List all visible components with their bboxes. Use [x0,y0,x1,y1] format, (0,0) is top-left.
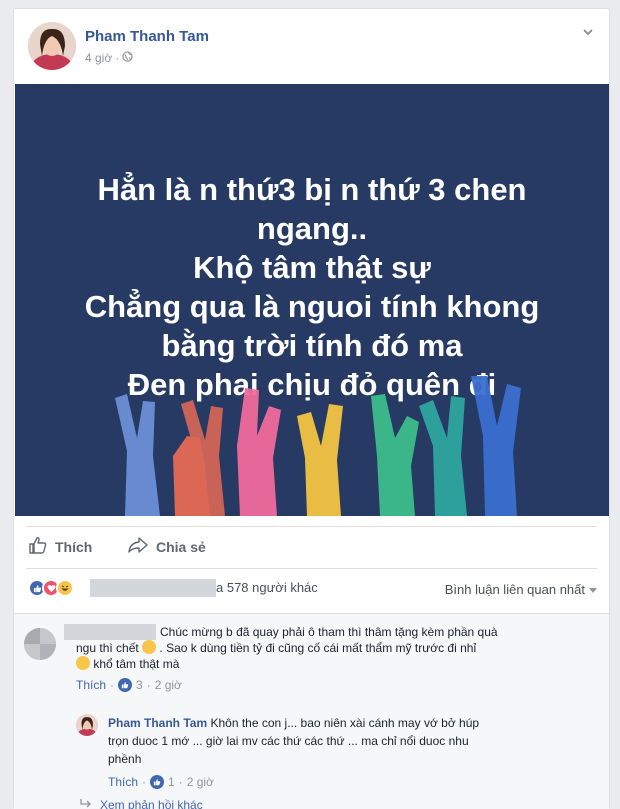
reply-author-avatar[interactable] [76,714,98,736]
caret-down-icon [589,582,597,597]
commenter-avatar[interactable] [24,628,56,660]
blurred-names [90,579,216,597]
reply-line: trọn duoc 1 mớ ... giờ lai mv các thứ cá… [108,734,469,748]
comment-time[interactable]: 2 giờ [155,678,182,692]
banner-text: Hẳn là n thứ3 bị n thứ 3 chen ngang.. Kh… [15,170,609,404]
banner-line: bằng trời tính đó ma [161,328,463,363]
comment-line: khổ tâm thật mà [93,657,180,671]
post-time[interactable]: 4 giờ [85,51,112,65]
reply-text: trọn duoc 1 mớ ... giờ lai mv các thứ cá… [108,733,469,749]
haha-reaction-icon [56,579,74,597]
post-meta: 4 giờ · [85,51,133,65]
comment-line: . Sao k dùng tiền tỷ đi cũng cố cái mất … [159,641,477,655]
sort-label: Bình luận liên quan nhất [444,582,585,597]
post-card: Pham Thanh Tam 4 giờ · Hẳn là n thứ3 bị … [13,8,610,809]
meta-separator: · [146,678,151,692]
post-header: Pham Thanh Tam 4 giờ · [14,9,609,81]
banner-line: Khộ tâm thật sự [193,250,431,285]
reply-line: Khôn the con j... bao niên xài cánh may … [210,716,480,730]
reaction-icons[interactable] [28,579,74,597]
post-options-chevron-icon[interactable] [581,25,595,39]
meta-separator: · [110,678,115,692]
reply-author-name[interactable]: Pham Thanh Tam [108,716,207,730]
comment-meta: Thích · 3 · 2 giờ [76,678,182,692]
comment-text: ngu thì chết . Sao k dùng tiền tỷ đi cũn… [76,640,476,656]
banner-line: Chẳng qua là nguoi tính khong [84,289,540,324]
reactions-bar: a 578 người khác Bình luận liên quan nhấ… [26,579,597,603]
blurred-commenter-name [64,624,156,640]
reply-time[interactable]: 2 giờ [187,775,214,789]
reply-text: phềnh [108,751,141,767]
author-avatar[interactable] [28,22,76,70]
banner-line: ngang.. [256,211,368,246]
share-arrow-icon [127,535,149,558]
meta-separator: · [142,775,147,789]
meta-separator: · [178,775,183,789]
comments-section: Chúc mừng b đã quay phải ô tham thì thâm… [14,613,609,809]
like-button[interactable]: Thích [28,535,92,558]
reply-meta: Thích · 1 · 2 giờ [108,775,214,789]
status-banner: Hẳn là n thứ3 bị n thứ 3 chen ngang.. Kh… [15,84,609,516]
comment-line: ngu thì chết [76,641,139,655]
more-replies-label: Xem phản hồi khác [100,798,203,809]
thumbs-up-icon [28,535,48,558]
globe-icon[interactable] [122,51,133,65]
share-label: Chia sẻ [156,538,206,555]
comment-text: khổ tâm thật mà [76,656,179,672]
comment-line: Chúc mừng b đã quay phải ô tham thì thâm… [160,625,498,639]
like-count-icon [150,775,165,789]
meta-separator: · [115,51,120,65]
author-name[interactable]: Pham Thanh Tam [85,28,209,45]
sad-emoji-icon [76,656,90,670]
comment-text: Chúc mừng b đã quay phải ô tham thì thâm… [160,624,498,640]
divider [26,568,597,569]
comment-like-count[interactable]: 3 [136,678,143,692]
comment-like-link[interactable]: Thích [76,678,106,692]
comment-sort-dropdown[interactable]: Bình luận liên quan nhất [445,582,597,597]
banner-line: Hẳn là n thứ3 bị n thứ 3 chen [97,172,527,207]
share-button[interactable]: Chia sẻ [127,535,206,558]
raised-hands-illustration [115,376,521,516]
reply-arrow-icon [80,798,92,809]
reply-like-link[interactable]: Thích [108,775,138,789]
post-actions: Thích Chia sẻ [14,527,609,569]
reply-line: phềnh [108,752,142,766]
like-label: Thích [55,538,93,555]
reply-text: Pham Thanh Tam Khôn the con j... bao niê… [108,715,479,731]
reply-like-count[interactable]: 1 [168,775,175,789]
more-replies-link[interactable]: Xem phản hồi khác [80,798,203,809]
laughing-emoji-icon [142,640,157,654]
reaction-count[interactable]: a 578 người khác [216,580,318,595]
like-count-icon [118,678,133,692]
